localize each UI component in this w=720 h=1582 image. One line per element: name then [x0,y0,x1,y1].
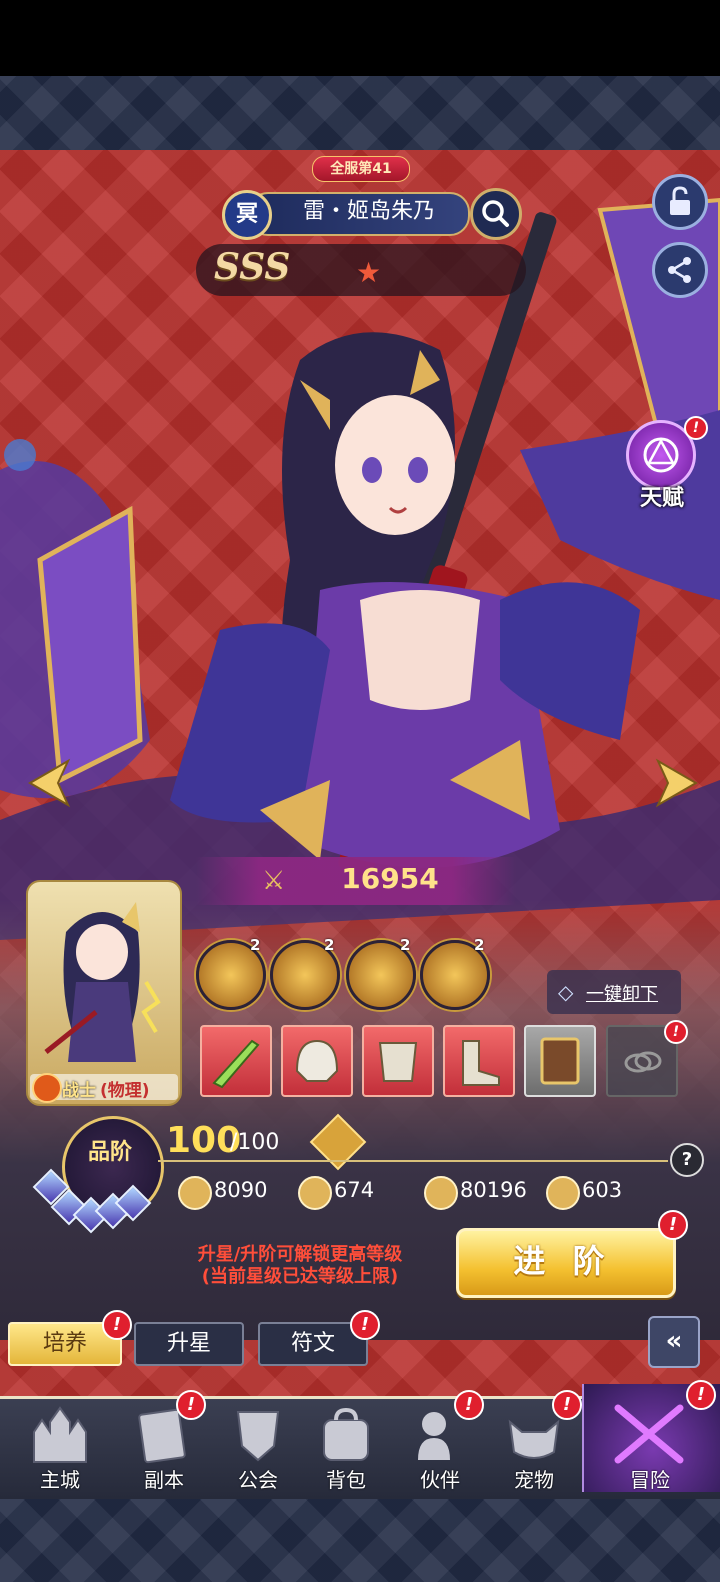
backpack-icon [323,1407,369,1461]
helmet-icon [295,1039,339,1082]
bottom-pattern-background [0,1492,720,1582]
share-button[interactable] [652,242,708,298]
collapse-button[interactable]: « [648,1316,700,1368]
armor-icon: ◇ [558,980,574,1004]
stat-hp-value: 80196 [460,1178,527,1202]
ring-slot-alert-badge: ! [664,1020,688,1044]
help-button[interactable]: ? [670,1143,704,1177]
talent-label: 天赋 [639,486,684,511]
nav-label-main-city: 主城 [40,1468,80,1492]
hp-icon [424,1176,458,1210]
stat-speed-value: 603 [582,1178,623,1202]
search-icon [482,200,509,227]
tab-rune-alert-badge: ! [350,1310,380,1340]
system-status-bar [0,0,720,76]
nav-partner-alert-badge: ! [454,1390,484,1420]
skill-4-level: 2 [474,936,485,954]
attack-icon [178,1176,212,1210]
hero-class: 战士 [62,1081,96,1101]
stat-attack-value: 8090 [214,1178,268,1202]
grade-label: 品阶 [87,1140,132,1165]
next-hero-arrow-icon[interactable] [648,755,708,811]
nav-pet-alert-badge: ! [552,1390,582,1420]
server-rank-badge: 全服第41 [312,156,410,182]
boots-icon [462,1040,500,1086]
nav-label-guild: 公会 [238,1468,278,1492]
armor-piece-icon [378,1042,418,1082]
nav-label-partner: 伙伴 [420,1468,460,1492]
equipment-slot-helmet[interactable] [281,1025,353,1097]
unlock-icon [670,186,690,215]
nav-label-backpack: 背包 [326,1468,366,1492]
talent-alert-badge: ! [684,416,708,440]
nav-dungeon-alert-badge: ! [176,1390,206,1420]
tab-star-up[interactable]: 升星 [134,1322,244,1366]
tab-cultivate-alert-badge: ! [102,1310,132,1340]
equipment-slot-book[interactable] [524,1025,596,1097]
nav-label-pet: 宠物 [514,1468,554,1492]
combat-power-value: 16954 [341,862,439,895]
advance-hint-line2: (当前星级已达等级上限) [201,1266,399,1287]
nav-label-dungeon: 副本 [144,1468,184,1492]
level-max: /100 [230,1130,280,1155]
skill-1-level: 2 [250,936,261,954]
skill-2-level: 2 [324,936,335,954]
share-icon [668,257,691,283]
speed-icon [546,1176,580,1210]
faction-badge: 冥 [222,190,272,240]
castle-icon [33,1406,87,1463]
unequip-all-label: 一键卸下 [586,984,658,1005]
equipment-slot-boots[interactable] [443,1025,515,1097]
equipment-slot-armor[interactable] [362,1025,434,1097]
nav-label-adventure: 冒险 [630,1468,670,1492]
warrior-class-icon [32,1073,62,1103]
lock-button[interactable] [652,174,708,230]
equipment-slot-weapon[interactable] [200,1025,272,1097]
hero-damage-type: (物理) [100,1081,150,1101]
defense-icon [298,1176,332,1210]
star-icon: ★ [356,256,382,289]
crossed-swords-icon: ⚔ [262,866,286,896]
hero-name: 雷・姬岛朱乃 [302,199,435,224]
search-button[interactable] [470,188,522,240]
nav-adventure-alert-badge: ! [686,1380,716,1410]
guild-shield-icon [236,1411,280,1462]
previous-hero-arrow-icon[interactable] [18,755,78,811]
talent-icon [643,437,679,473]
stat-defense-value: 674 [334,1178,375,1202]
crossed-swords-adventure-icon [614,1404,684,1464]
book-icon [540,1037,580,1085]
advance-alert-badge: ! [658,1210,688,1240]
advance-button-label: 进 阶 [513,1242,613,1280]
level-divider [158,1160,668,1162]
hero-chibi-portrait [44,902,161,1062]
skill-3-level: 2 [400,936,411,954]
top-pattern-background [0,76,720,150]
hero-grade: SSS [214,246,291,288]
sword-icon [212,1039,260,1089]
